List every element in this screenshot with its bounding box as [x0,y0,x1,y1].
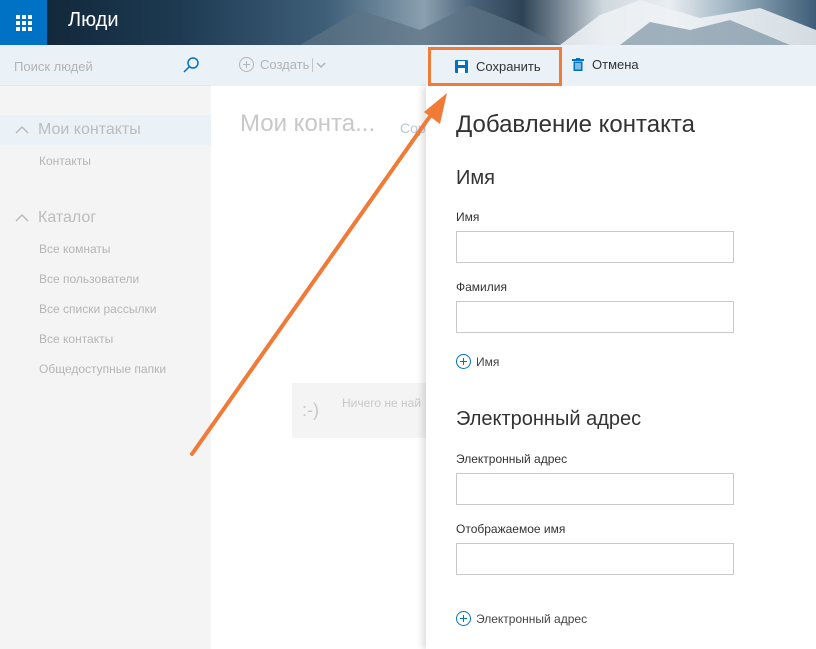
app-title: Люди [68,9,119,31]
add-email-button[interactable]: Электронный адрес [456,611,587,626]
divider [312,57,314,72]
nav-group-directory[interactable]: Каталог [0,203,211,233]
sort-link[interactable]: Сор [400,120,426,136]
last-name-label: Фамилия [456,280,507,294]
create-button[interactable]: Создать [239,57,326,72]
floppy-disk-icon [455,60,468,73]
last-name-field[interactable] [456,301,734,333]
empty-state: :-) Ничего не най [292,383,426,438]
email-section-title: Электронный адрес [456,408,642,430]
sidebar-item-all-contacts[interactable]: Все контакты [39,332,113,346]
create-label: Создать [260,57,310,72]
save-label: Сохранить [476,59,541,74]
nav-group-label: Каталог [38,209,97,226]
email-field[interactable] [456,473,734,505]
sidebar-item-all-users[interactable]: Все пользователи [39,272,139,286]
add-circle-icon [456,354,471,369]
first-name-field[interactable] [456,231,734,263]
first-name-label: Имя [456,210,480,224]
cancel-label: Отмена [592,57,639,72]
add-circle-icon [456,611,471,626]
trash-icon [572,58,584,71]
email-label: Электронный адрес [456,452,568,466]
waffle-icon [15,14,32,31]
display-name-field[interactable] [456,543,734,575]
header-background-image [300,0,816,45]
empty-face-icon: :-) [302,400,319,420]
app-launcher-button[interactable] [0,0,47,45]
chevron-up-icon [15,213,29,222]
search-bar [0,45,211,86]
add-name-label: Имя [476,354,500,369]
sidebar: Мои контакты Контакты Каталог Все комнат… [0,45,211,649]
display-name-label: Отображаемое имя [456,522,566,536]
cancel-button[interactable]: Отмена [572,57,639,72]
list-title: Мои конта... [240,110,376,137]
sidebar-item-all-distribution-lists[interactable]: Все списки рассылки [39,302,156,316]
chevron-up-icon [15,125,29,134]
save-button[interactable]: Сохранить [428,47,562,86]
panel-title: Добавление контакта [456,111,695,138]
chevron-down-icon[interactable] [316,61,326,69]
nav-group-my-contacts[interactable]: Мои контакты [0,115,211,145]
empty-text: Ничего не най [342,396,422,410]
add-name-button[interactable]: Имя [456,354,499,369]
search-icon[interactable] [182,56,200,74]
sidebar-item-contacts[interactable]: Контакты [39,154,91,168]
add-email-label: Электронный адрес [476,611,588,626]
nav-group-label: Мои контакты [38,121,141,138]
sidebar-item-all-rooms[interactable]: Все комнаты [39,242,110,256]
add-circle-icon [239,57,254,72]
name-section-title: Имя [456,167,495,189]
top-bar: Люди [0,0,816,45]
search-input[interactable] [14,57,174,75]
sidebar-item-public-folders[interactable]: Общедоступные папки [39,362,166,376]
